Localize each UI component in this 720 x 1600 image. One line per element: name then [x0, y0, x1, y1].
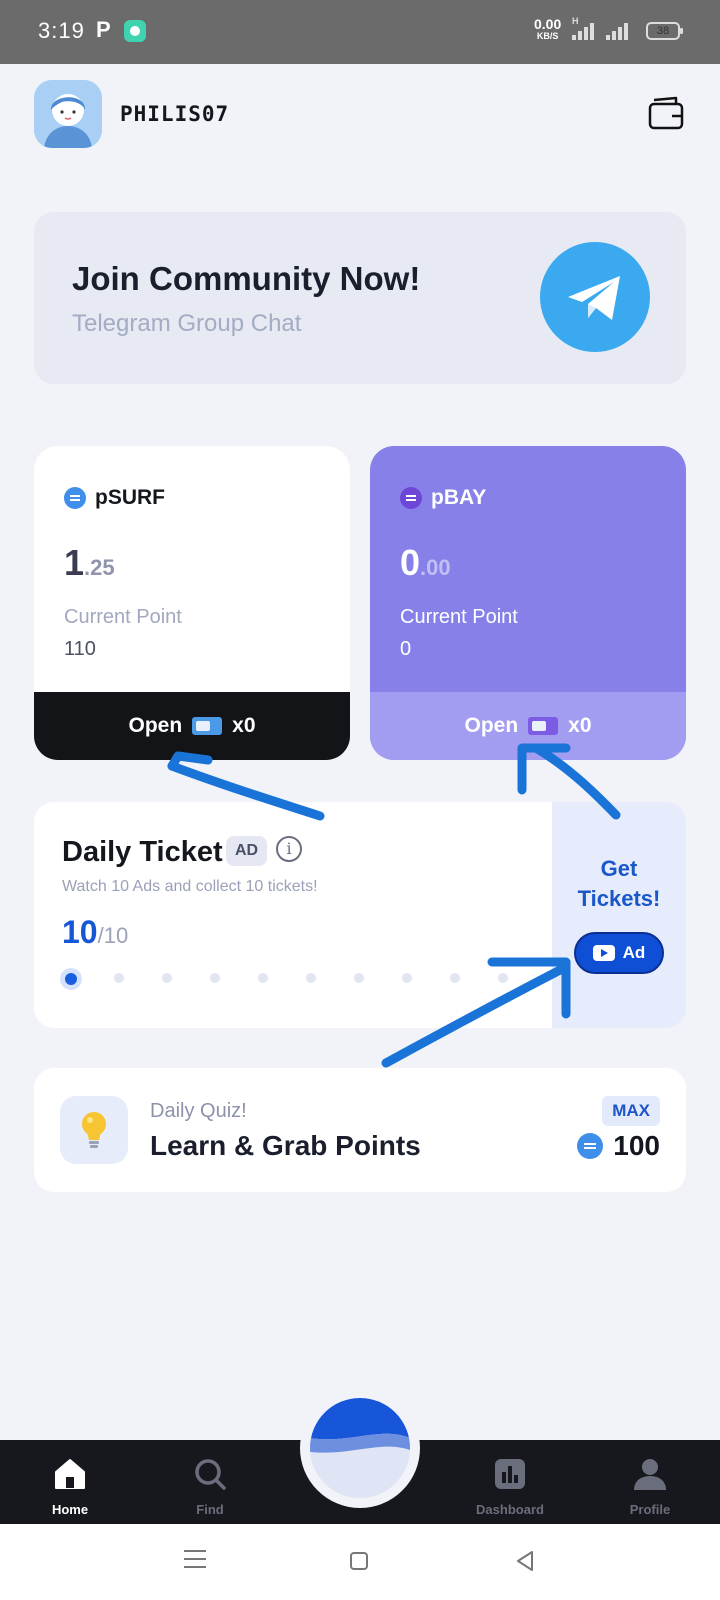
ticket-count-current: 10 [62, 914, 98, 950]
search-icon [195, 1459, 226, 1490]
ticket-progress-dots [60, 968, 546, 990]
progress-dot [114, 973, 124, 983]
daily-ticket-title: Daily Ticket [62, 836, 223, 868]
notification-app-icon [124, 20, 146, 42]
community-title: Join Community Now! [72, 260, 421, 297]
ticket-icon [528, 717, 559, 735]
progress-dot [306, 973, 316, 983]
ticket-icon [192, 717, 223, 735]
pbay-balance-int: 0 [400, 542, 421, 583]
psurf-balance: 1.25 [64, 542, 115, 584]
quiz-kicker: Daily Quiz! [150, 1100, 247, 1122]
psurf-ticket-count: x0 [232, 714, 256, 737]
watch-ad-label: Ad [622, 943, 646, 962]
pbay-token: pBAY [400, 486, 486, 510]
quiz-points-value: 100 [613, 1130, 660, 1161]
nav-home-label: Home [51, 1502, 89, 1517]
nav-profile-label: Profile [629, 1502, 671, 1517]
signal-icon-1: H [572, 16, 600, 40]
max-badge: MAX [602, 1096, 660, 1126]
psurf-balance-int: 1 [64, 542, 85, 583]
progress-dot [450, 973, 460, 983]
community-subtitle: Telegram Group Chat [72, 310, 302, 337]
back-icon[interactable] [514, 1550, 536, 1572]
wave-logo-icon [310, 1398, 410, 1498]
psurf-open-button[interactable]: Open x0 [34, 692, 350, 760]
pbay-token-name: pBAY [431, 486, 487, 509]
pbay-coin-icon [400, 487, 422, 509]
pbay-current-point-value: 0 [400, 638, 412, 660]
psurf-current-point-value: 110 [64, 638, 96, 660]
pbay-balance-dec: .00 [420, 555, 451, 580]
avatar-illustration [34, 80, 102, 148]
system-navigation-bar [0, 1524, 720, 1600]
progress-dot [60, 968, 82, 990]
get-tickets-panel: Get Tickets! Ad [552, 802, 686, 1028]
notification-p-icon: P [96, 17, 111, 42]
psurf-token-name: pSURF [95, 486, 165, 509]
nav-find-label: Find [196, 1502, 224, 1517]
nav-profile[interactable]: Profile [590, 1440, 710, 1524]
quiz-title: Learn & Grab Points [150, 1130, 421, 1161]
psurf-coin-icon [577, 1133, 604, 1159]
nav-home[interactable]: Home [10, 1440, 130, 1524]
battery-icon: 38 [646, 22, 683, 40]
signal-icon-2 [606, 22, 634, 40]
quiz-max-points: 100 [577, 1130, 660, 1162]
progress-dot [354, 973, 364, 983]
status-bar: 3:19 P 0.00 KB/S H 38 [0, 0, 720, 64]
wallet-icon[interactable] [648, 96, 684, 130]
progress-dot [258, 973, 268, 983]
home-icon [55, 1459, 85, 1489]
network-speed: 0.00 KB/S [534, 17, 561, 42]
get-tickets-label: Get Tickets! [552, 854, 686, 914]
daily-ticket-subtitle: Watch 10 Ads and collect 10 tickets! [62, 878, 318, 895]
chart-icon [495, 1459, 525, 1489]
pbay-current-point-label: Current Point [400, 606, 518, 628]
username: PHILIS07 [120, 102, 230, 126]
ad-badge: AD [226, 836, 268, 866]
progress-dot [402, 973, 412, 983]
progress-dot [210, 973, 220, 983]
center-action-button[interactable] [300, 1388, 420, 1508]
progress-dot [498, 973, 508, 983]
progress-dot [162, 973, 172, 983]
psurf-card: pSURF 1.25 Current Point 110 Open x0 [34, 446, 350, 760]
pbay-open-label: Open [464, 714, 519, 737]
user-avatar[interactable] [34, 80, 102, 148]
network-type: H [572, 16, 579, 26]
psurf-token: pSURF [64, 486, 165, 510]
video-play-icon [592, 945, 615, 961]
get-tickets-line2: Tickets! [577, 886, 661, 911]
watch-ad-button[interactable]: Ad [574, 932, 664, 974]
lightbulb-icon [60, 1096, 128, 1164]
info-icon[interactable]: i [276, 836, 302, 862]
get-tickets-line1: Get [600, 856, 638, 881]
daily-ticket-card: Daily Ticket AD i Watch 10 Ads and colle… [34, 802, 686, 1028]
telegram-icon[interactable] [540, 242, 650, 352]
network-speed-unit: KB/S [536, 31, 559, 41]
user-icon [634, 1459, 666, 1490]
daily-quiz-card[interactable]: Daily Quiz! Learn & Grab Points MAX 100 [34, 1068, 686, 1192]
pbay-card: pBAY 0.00 Current Point 0 Open x0 [370, 446, 686, 760]
pbay-balance: 0.00 [400, 542, 451, 584]
ticket-count-total: /10 [97, 923, 129, 948]
recent-apps-icon[interactable] [184, 1550, 206, 1568]
community-banner[interactable]: Join Community Now! Telegram Group Chat [34, 212, 686, 384]
nav-dashboard[interactable]: Dashboard [450, 1440, 570, 1524]
psurf-current-point-label: Current Point [64, 606, 182, 628]
psurf-open-label: Open [128, 714, 183, 737]
pbay-ticket-count: x0 [568, 714, 592, 737]
ticket-count: 10/10 [62, 914, 128, 951]
status-time: 3:19 [38, 18, 85, 43]
psurf-balance-dec: .25 [84, 555, 115, 580]
nav-find[interactable]: Find [150, 1440, 270, 1524]
nav-dashboard-label: Dashboard [476, 1502, 544, 1517]
home-button-icon[interactable] [350, 1552, 368, 1570]
psurf-coin-icon [64, 487, 86, 509]
pbay-open-button[interactable]: Open x0 [370, 692, 686, 760]
